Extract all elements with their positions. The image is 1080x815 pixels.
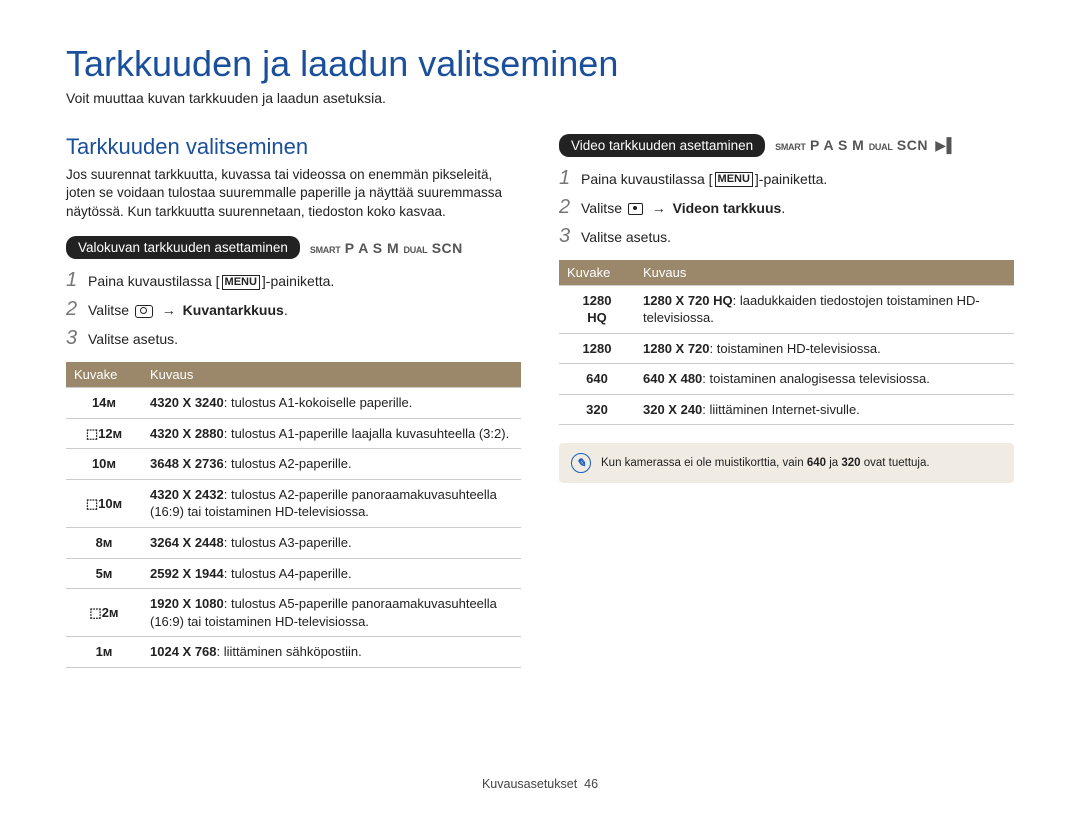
right-column: Video tarkkuuden asettaminen SMART P A S… [559,134,1014,668]
info-icon: ✎ [571,453,591,473]
table-row: ⬚2ᴍ1920 X 1080: tulostus A5-paperille pa… [66,589,521,637]
table-row: 640640 X 480: toistaminen analogisessa t… [559,364,1014,395]
video-mode-icon: ▶▌ [932,137,957,153]
video-resolution-table: Kuvake Kuvaus 1280 HQ1280 X 720 HQ: laad… [559,260,1014,426]
resolution-icon: 14ᴍ [66,388,142,419]
resolution-icon: ⬚10ᴍ [66,479,142,527]
resolution-desc: 320 X 240: liittäminen Internet-sivulle. [635,394,1014,425]
step-1: 1 Paina kuvaustilassa [MENU]-painiketta. [559,167,1014,190]
left-column: Tarkkuuden valitseminen Jos suurennat ta… [66,134,521,668]
mode-icons: SMART P A S M DUAL SCN [310,240,463,256]
resolution-icon: 1280 HQ [559,285,635,333]
page-title: Tarkkuuden ja laadun valitseminen [66,44,1014,84]
resolution-icon: 640 [559,364,635,395]
step-1: 1 Paina kuvaustilassa [MENU]-painiketta. [66,269,521,292]
resolution-icon: 320 [559,394,635,425]
resolution-desc: 1024 X 768: liittäminen sähköpostiin. [142,637,521,668]
table-row: 10ᴍ3648 X 2736: tulostus A2-paperille. [66,449,521,480]
table-row: 320320 X 240: liittäminen Internet-sivul… [559,394,1014,425]
section-text: Jos suurennat tarkkuutta, kuvassa tai vi… [66,166,521,223]
resolution-icon: 5ᴍ [66,558,142,589]
resolution-desc: 640 X 480: toistaminen analogisessa tele… [635,364,1014,395]
menu-icon: MENU [222,275,260,290]
photo-res-heading: Valokuvan tarkkuuden asettaminen SMART P… [66,236,521,259]
resolution-desc: 1920 X 1080: tulostus A5-paperille panor… [142,589,521,637]
pill-label: Valokuvan tarkkuuden asettaminen [66,236,300,259]
note-text: Kun kamerassa ei ole muistikorttia, vain… [601,457,930,469]
menu-icon: MENU [715,172,753,187]
resolution-icon: 1280 [559,333,635,364]
resolution-icon: 1ᴍ [66,637,142,668]
resolution-desc: 3648 X 2736: tulostus A2-paperille. [142,449,521,480]
camera-icon [135,305,153,318]
resolution-desc: 4320 X 3240: tulostus A1-kokoiselle pape… [142,388,521,419]
table-row: ⬚10ᴍ4320 X 2432: tulostus A2-paperille p… [66,479,521,527]
page-subtitle: Voit muuttaa kuvan tarkkuuden ja laadun … [66,90,1014,106]
resolution-icon: ⬚12ᴍ [66,418,142,449]
table-row: 1ᴍ1024 X 768: liittäminen sähköpostiin. [66,637,521,668]
step-2: 2 Valitse → Videon tarkkuus. [559,196,1014,219]
resolution-icon: 8ᴍ [66,528,142,559]
photo-resolution-table: Kuvake Kuvaus 14ᴍ4320 X 3240: tulostus A… [66,362,521,667]
video-icon [628,203,643,215]
resolution-desc: 1280 X 720 HQ: laadukkaiden tiedostojen … [635,285,1014,333]
step-3: 3 Valitse asetus. [559,225,1014,248]
pill-label: Video tarkkuuden asettaminen [559,134,765,157]
note-box: ✎ Kun kamerassa ei ole muistikorttia, va… [559,443,1014,483]
page-footer: Kuvausasetukset 46 [0,777,1080,791]
resolution-desc: 2592 X 1944: tulostus A4-paperille. [142,558,521,589]
resolution-desc: 1280 X 720: toistaminen HD-televisiossa. [635,333,1014,364]
table-row: 12801280 X 720: toistaminen HD-televisio… [559,333,1014,364]
resolution-desc: 4320 X 2432: tulostus A2-paperille panor… [142,479,521,527]
resolution-icon: ⬚2ᴍ [66,589,142,637]
table-row: 14ᴍ4320 X 3240: tulostus A1-kokoiselle p… [66,388,521,419]
video-res-heading: Video tarkkuuden asettaminen SMART P A S… [559,134,1014,157]
resolution-desc: 3264 X 2448: tulostus A3-paperille. [142,528,521,559]
step-3: 3 Valitse asetus. [66,327,521,350]
resolution-desc: 4320 X 2880: tulostus A1-paperille laaja… [142,418,521,449]
table-row: ⬚12ᴍ4320 X 2880: tulostus A1-paperille l… [66,418,521,449]
section-title: Tarkkuuden valitseminen [66,134,521,160]
table-row: 1280 HQ1280 X 720 HQ: laadukkaiden tiedo… [559,285,1014,333]
table-row: 8ᴍ3264 X 2448: tulostus A3-paperille. [66,528,521,559]
step-2: 2 Valitse → Kuvantarkkuus. [66,298,521,321]
resolution-icon: 10ᴍ [66,449,142,480]
table-row: 5ᴍ2592 X 1944: tulostus A4-paperille. [66,558,521,589]
mode-icons: SMART P A S M DUAL SCN ▶▌ [775,137,957,154]
